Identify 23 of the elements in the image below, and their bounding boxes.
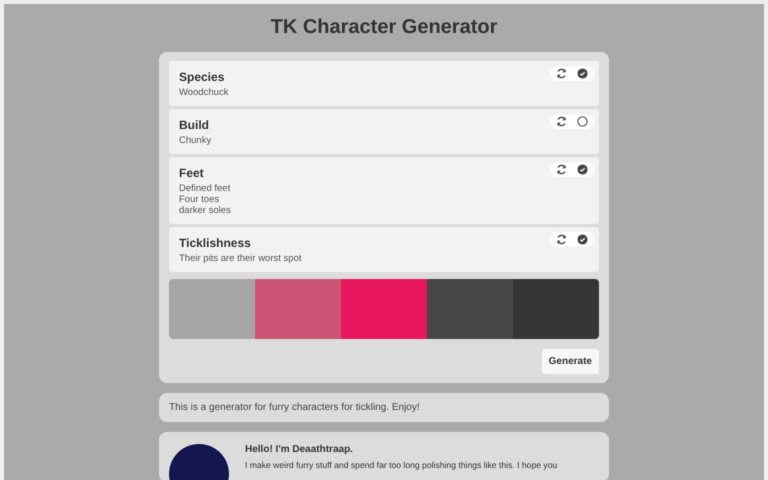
check-icon[interactable]	[577, 234, 588, 245]
page-title: TK Character Generator	[270, 16, 498, 39]
trait-value: Four toes	[179, 194, 220, 205]
trait-value: Defined feet	[179, 183, 230, 194]
trait-name: Feet	[179, 166, 204, 180]
refresh-icon[interactable]	[556, 116, 567, 127]
trait-value: darker soles	[179, 205, 231, 216]
trait-name: Species	[179, 70, 224, 84]
author-heading: Hello! I'm Deaathtraap.	[245, 444, 353, 455]
check-icon[interactable]	[577, 68, 588, 79]
author-text: I make weird furry stuff and spend far too long polishing things like this. I hope you	[245, 460, 558, 470]
trait-value: Woodchuck	[179, 87, 228, 98]
trait-value: Their pits are their worst spot	[179, 253, 302, 264]
refresh-icon[interactable]	[556, 68, 567, 79]
trait-name: Build	[179, 118, 209, 132]
refresh-icon[interactable]	[556, 164, 567, 175]
trait-value: Chunky	[179, 135, 212, 146]
circle-icon[interactable]	[577, 116, 588, 127]
check-icon[interactable]	[577, 164, 588, 175]
generate-button[interactable]: Generate	[542, 349, 599, 374]
trait-name: Ticklishness	[179, 236, 251, 250]
refresh-icon[interactable]	[556, 234, 567, 245]
info-text: This is a generator for furry characters for tickling. Enjoy!	[159, 393, 609, 422]
